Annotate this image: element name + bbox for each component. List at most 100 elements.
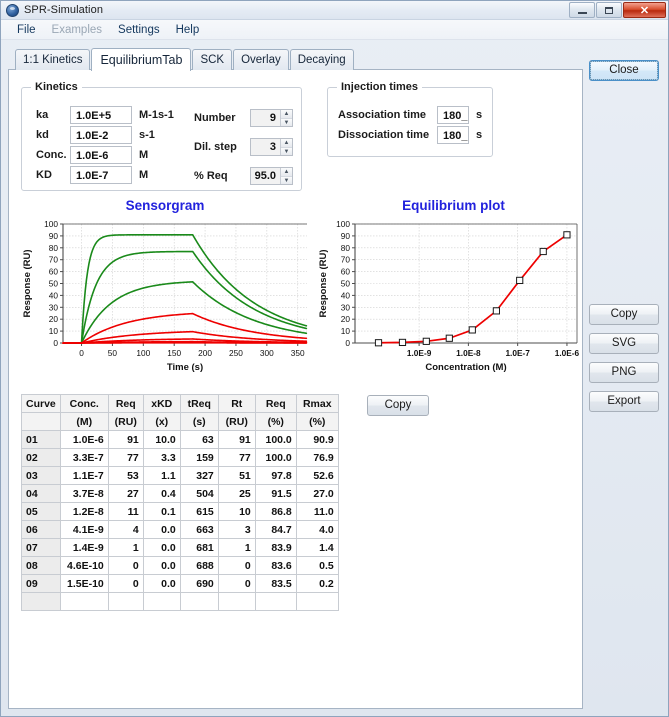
stepper-up-icon[interactable]: ▲ — [281, 139, 292, 147]
menu-bar: File Examples Settings Help — [1, 20, 668, 40]
unit-ka: M-1s-1 — [139, 109, 174, 121]
injection-times-group: Injection times Association time 180_ s … — [327, 81, 493, 157]
cell-value: 90.9 — [295, 430, 339, 449]
stepper-down-icon[interactable]: ▼ — [281, 147, 292, 155]
menu-help[interactable]: Help — [168, 22, 208, 38]
window-controls: ✕ — [568, 2, 666, 18]
table-row[interactable]: 07 1.4E-9 1 0.0 681 1 83.9 1.4 — [21, 538, 339, 557]
close-button[interactable]: Close — [589, 60, 659, 81]
col-unit-req-pct: (%) — [254, 412, 297, 431]
application-window: SPR-Simulation ✕ File Examples Settings … — [0, 0, 669, 717]
cell-value: 3.3E-7 — [59, 448, 109, 467]
cell-value: 83.9 — [254, 538, 297, 557]
side-button-column: Close Copy SVG PNG Export — [583, 48, 661, 709]
stepper-number-buttons: ▲ ▼ — [280, 110, 292, 126]
minimize-icon — [577, 11, 587, 14]
unit-conc: M — [139, 149, 149, 161]
tab-1-1-kinetics[interactable]: 1:1 Kinetics — [15, 49, 91, 70]
menu-settings[interactable]: Settings — [110, 22, 168, 38]
table-row[interactable]: 04 3.7E-8 27 0.4 504 25 91.5 27.0 — [21, 484, 339, 503]
input-dissociation-time[interactable]: 180_ — [437, 126, 469, 144]
export-button[interactable]: Export — [589, 391, 659, 412]
cell-value: 1.1E-7 — [59, 466, 109, 485]
cell-value: 27 — [107, 484, 144, 503]
injection-times-group-title: Injection times — [337, 81, 423, 93]
stepper-number-value[interactable]: 9 — [251, 110, 280, 126]
unit-kd-equilibrium: M — [139, 169, 149, 181]
png-export-button[interactable]: PNG — [589, 362, 659, 383]
tab-equilibrium[interactable]: EquilibriumTab — [91, 48, 192, 71]
client-area: 1:1 Kinetics EquilibriumTab SCK Overlay … — [1, 40, 668, 716]
stepper-up-icon[interactable]: ▲ — [281, 110, 292, 118]
label-association-time: Association time — [338, 109, 427, 121]
cell-value: 0.0 — [142, 556, 181, 575]
input-association-time[interactable]: 180_ — [437, 106, 469, 124]
cell-value: 3.7E-8 — [59, 484, 109, 503]
kinetics-field-kd: kd 1.0E-2 s-1 — [36, 126, 155, 144]
cell-value: 0.0 — [142, 574, 181, 593]
table-row[interactable]: 09 1.5E-10 0 0.0 690 0 83.5 0.2 — [21, 574, 339, 593]
cell-value: 4.0 — [295, 520, 339, 539]
cell-curve-id: 05 — [21, 502, 61, 521]
stepper-down-icon[interactable]: ▼ — [281, 176, 292, 184]
svg-text:Response (RU): Response (RU) — [22, 249, 33, 317]
cell-value: 84.7 — [254, 520, 297, 539]
close-window-button[interactable]: ✕ — [623, 2, 666, 18]
cell-value: 11 — [107, 502, 144, 521]
stepper-dil-step-value[interactable]: 3 — [251, 139, 280, 155]
table-row[interactable]: 06 4.1E-9 4 0.0 663 3 84.7 4.0 — [21, 520, 339, 539]
cell-value: 681 — [179, 538, 219, 557]
svg-text:1.0E-7: 1.0E-7 — [505, 348, 530, 358]
copy-table-button[interactable]: Copy — [367, 395, 429, 416]
stepper-percent-req-value[interactable]: 95.0 — [251, 168, 280, 184]
table-row[interactable]: 02 3.3E-7 77 3.3 159 77 100.0 76.9 — [21, 448, 339, 467]
spinner-dilution-step: Dil. step 3 ▲ ▼ — [194, 138, 293, 156]
close-button-label: Close — [590, 61, 658, 80]
tab-sck[interactable]: SCK — [192, 49, 233, 70]
table-row-empty[interactable] — [21, 592, 339, 611]
stepper-up-icon[interactable]: ▲ — [281, 168, 292, 176]
stepper-percent-req[interactable]: 95.0 ▲ ▼ — [250, 167, 293, 185]
title-bar: SPR-Simulation ✕ — [1, 1, 668, 20]
window-title: SPR-Simulation — [24, 4, 104, 16]
copy-chart-button[interactable]: Copy — [589, 304, 659, 325]
cell-value: 0 — [217, 556, 256, 575]
maximize-button[interactable] — [596, 2, 622, 18]
stepper-number[interactable]: 9 ▲ ▼ — [250, 109, 293, 127]
stepper-dil-step-buttons: ▲ ▼ — [280, 139, 292, 155]
cell-value: 1.2E-8 — [59, 502, 109, 521]
svg-text:10: 10 — [49, 326, 59, 336]
cell-value: 663 — [179, 520, 219, 539]
cell-value: 688 — [179, 556, 219, 575]
svg-text:0: 0 — [79, 348, 84, 358]
minimize-button[interactable] — [569, 2, 595, 18]
tab-overlay[interactable]: Overlay — [233, 49, 289, 70]
svg-text:60: 60 — [341, 267, 351, 277]
kinetics-group-title: Kinetics — [31, 81, 82, 93]
input-kd-equilibrium[interactable]: 1.0E-7 — [70, 166, 132, 184]
input-ka[interactable]: 1.0E+5 — [70, 106, 132, 124]
menu-file[interactable]: File — [9, 22, 44, 38]
main-column: 1:1 Kinetics EquilibriumTab SCK Overlay … — [8, 48, 583, 709]
svg-text:150: 150 — [167, 348, 181, 358]
cell-empty — [254, 592, 297, 611]
input-conc[interactable]: 1.0E-6 — [70, 146, 132, 164]
stepper-percent-req-buttons: ▲ ▼ — [280, 168, 292, 184]
stepper-dil-step[interactable]: 3 ▲ ▼ — [250, 138, 293, 156]
svg-text:20: 20 — [341, 314, 351, 324]
cell-value: 3 — [217, 520, 256, 539]
tab-decaying[interactable]: Decaying — [289, 49, 354, 70]
table-row[interactable]: 08 4.6E-10 0 0.0 688 0 83.6 0.5 — [21, 556, 339, 575]
table-header-row-2: (M) (RU) (x) (s) (RU) (%) (%) — [21, 412, 339, 431]
cell-curve-id: 08 — [21, 556, 61, 575]
cell-curve-id: 02 — [21, 448, 61, 467]
equilibrium-title: Equilibrium plot — [402, 198, 505, 213]
input-kd[interactable]: 1.0E-2 — [70, 126, 132, 144]
stepper-down-icon[interactable]: ▼ — [281, 118, 292, 126]
table-row[interactable]: 05 1.2E-8 11 0.1 615 10 86.8 11.0 — [21, 502, 339, 521]
table-row[interactable]: 03 1.1E-7 53 1.1 327 51 97.8 52.6 — [21, 466, 339, 485]
svg-text:250: 250 — [229, 348, 243, 358]
table-row[interactable]: 01 1.0E-6 91 10.0 63 91 100.0 90.9 — [21, 430, 339, 449]
svg-export-button[interactable]: SVG — [589, 333, 659, 354]
col-unit-rmax: (%) — [295, 412, 339, 431]
